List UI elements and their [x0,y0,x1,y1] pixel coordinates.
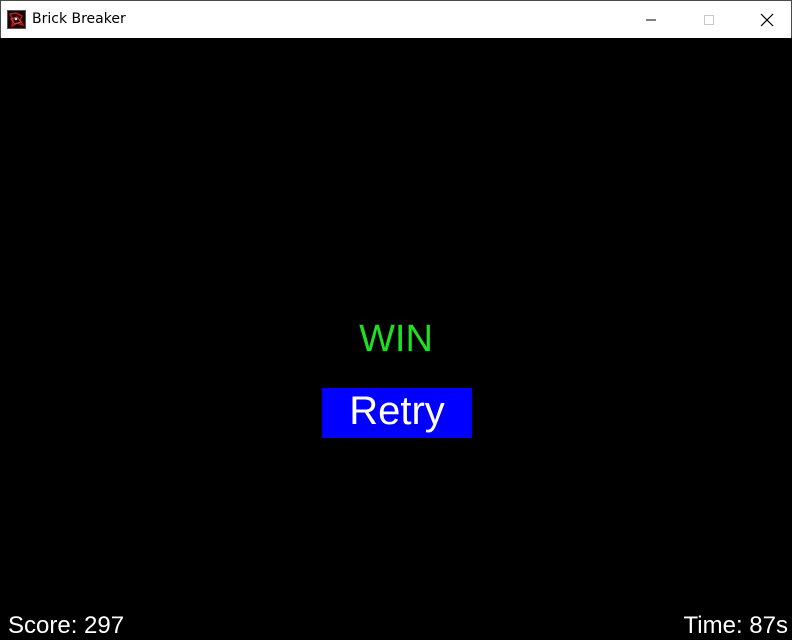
close-button[interactable] [738,1,792,38]
time-label: Time: 87s [683,612,788,639]
maximize-button[interactable] [680,1,738,38]
game-canvas[interactable]: WIN Retry Score: 297 Time: 87s [0,38,792,640]
score-label: Score: 297 [8,612,125,639]
minimize-icon [646,19,656,20]
close-icon [760,13,774,26]
app-icon [7,10,26,29]
maximize-icon [704,14,714,25]
win-status-text: WIN [359,318,433,360]
retry-button[interactable]: Retry [322,388,472,438]
window-title: Brick Breaker [32,11,126,27]
minimize-button[interactable] [622,1,680,38]
title-bar: Brick Breaker [0,0,792,38]
